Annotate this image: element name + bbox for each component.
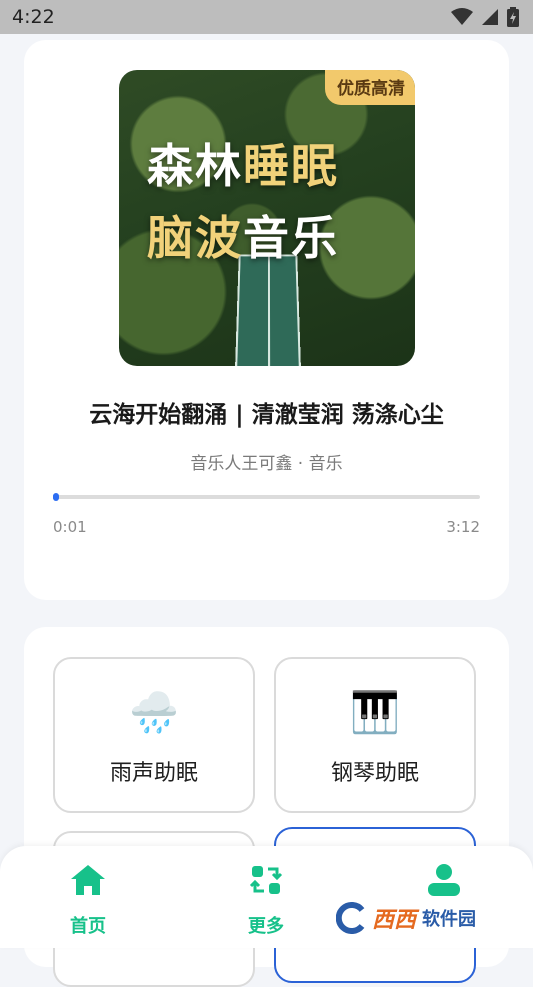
- watermark-text: 软件园: [422, 909, 477, 930]
- watermark-logo-text: 西西: [372, 908, 417, 933]
- current-time: 0:01: [53, 518, 87, 536]
- progress-bar[interactable]: [53, 493, 480, 501]
- battery-icon: [507, 7, 519, 27]
- song-artist: 音乐人王可鑫 · 音乐: [190, 454, 343, 474]
- watermark-logo: 西西 软件园: [336, 896, 516, 940]
- wifi-icon: [451, 8, 473, 25]
- scene-label: 钢琴助眠: [330, 761, 419, 786]
- status-icons: [451, 7, 519, 27]
- total-time: 3:12: [446, 518, 480, 536]
- cover-title-line2: 脑波音乐: [147, 210, 407, 266]
- album-cover[interactable]: 优质高清 森林睡眠 脑波音乐: [119, 70, 415, 366]
- cover-title-forest: 森林: [147, 139, 243, 193]
- swap-icon: [249, 866, 283, 894]
- status-bar: 4:22: [0, 0, 533, 34]
- cover-court-image: [234, 254, 302, 366]
- scene-tile-rain[interactable]: 🌧️ 雨声助眠: [53, 657, 255, 813]
- signal-icon: [482, 9, 498, 25]
- quality-badge: 优质高清: [325, 70, 415, 105]
- logo-c-icon: [336, 902, 365, 934]
- cover-title-music: 音乐: [243, 211, 339, 265]
- progress-thumb[interactable]: [53, 493, 59, 501]
- cover-title-line1: 森林睡眠: [147, 138, 407, 194]
- scene-label: 雨声助眠: [109, 761, 198, 786]
- nav-home-label: 首页: [70, 916, 106, 937]
- rain-cloud-icon: 🌧️: [129, 690, 179, 736]
- nav-more[interactable]: 更多: [226, 862, 306, 938]
- nav-home[interactable]: 首页: [48, 862, 128, 938]
- scene-tile-piano[interactable]: 🎹 钢琴助眠: [274, 657, 476, 813]
- song-title: 云海开始翻涌 | 清澈莹润 荡涤心尘: [89, 402, 444, 428]
- cover-title-brainwave: 脑波: [147, 211, 243, 265]
- player-card: 优质高清 森林睡眠 脑波音乐 云海开始翻涌 | 清澈莹润 荡涤心尘 音乐人王可鑫…: [24, 40, 509, 600]
- cover-title-sleep: 睡眠: [243, 139, 339, 193]
- home-icon: [71, 865, 105, 895]
- piano-icon: 🎹: [350, 690, 400, 736]
- status-time: 4:22: [12, 6, 55, 28]
- nav-more-label: 更多: [248, 916, 284, 937]
- user-icon: [428, 864, 460, 896]
